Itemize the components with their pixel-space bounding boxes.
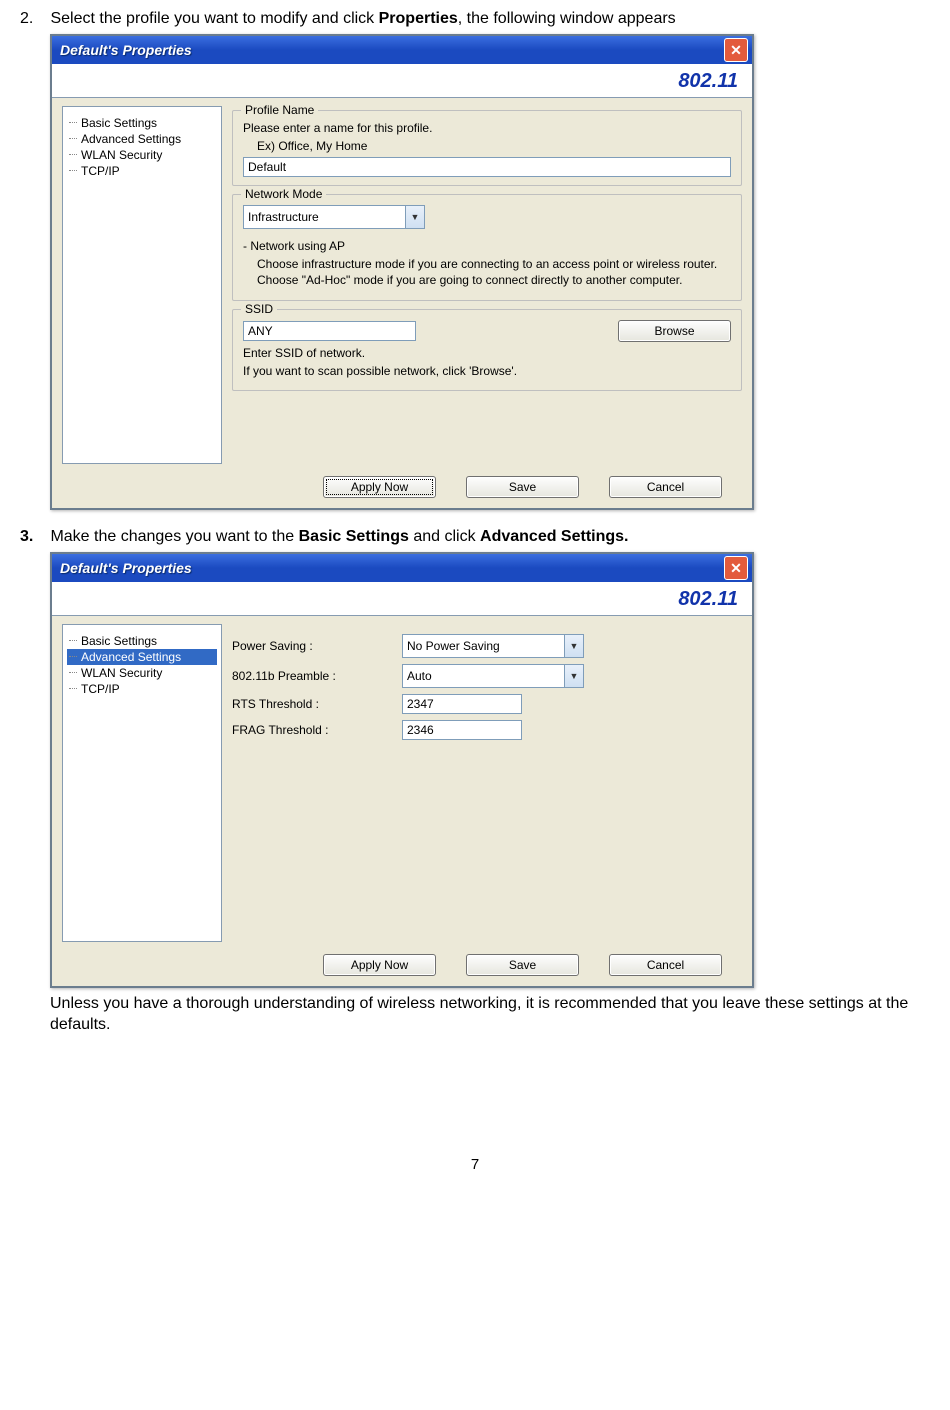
step-3-bold1: Basic Settings [299, 528, 409, 545]
preamble-value: Auto [403, 669, 564, 683]
window-title: Default's Properties [60, 42, 192, 58]
settings-tree: Basic Settings Advanced Settings WLAN Se… [62, 624, 222, 942]
step-3-mid: and click [409, 528, 480, 545]
save-button[interactable]: Save [466, 476, 579, 498]
chevron-down-icon: ▼ [564, 665, 583, 687]
tree-item-basic[interactable]: Basic Settings [67, 633, 217, 649]
profile-name-input[interactable] [243, 157, 731, 177]
tree-item-advanced[interactable]: Advanced Settings [67, 131, 217, 147]
preamble-combo[interactable]: Auto ▼ [402, 664, 584, 688]
power-saving-value: No Power Saving [403, 639, 564, 653]
tree-item-tcpip[interactable]: TCP/IP [67, 163, 217, 179]
button-bar: Apply Now Save Cancel [52, 470, 752, 508]
right-panel: Profile Name Please enter a name for thi… [232, 106, 742, 464]
properties-window-advanced: Default's Properties ✕ 802.11 Basic Sett… [50, 552, 754, 988]
profile-hint2: Ex) Office, My Home [257, 139, 731, 153]
frag-input[interactable] [402, 720, 522, 740]
chevron-down-icon: ▼ [405, 206, 424, 228]
step-3-pre: Make the changes you want to the [50, 528, 298, 545]
step-2-text: 2. Select the profile you want to modify… [20, 10, 930, 28]
step-2-num: 2. [20, 10, 46, 28]
ssid-hint1: Enter SSID of network. [243, 346, 731, 360]
tree-item-tcpip[interactable]: TCP/IP [67, 681, 217, 697]
close-button[interactable]: ✕ [724, 556, 748, 580]
apply-now-button[interactable]: Apply Now [323, 476, 436, 498]
power-saving-label: Power Saving : [232, 639, 402, 653]
step-2-bold: Properties [379, 10, 458, 27]
chevron-down-icon: ▼ [564, 635, 583, 657]
banner: 802.11 [52, 582, 752, 616]
frag-label: FRAG Threshold : [232, 723, 402, 737]
step-3-text: 3. Make the changes you want to the Basi… [20, 528, 930, 546]
step-3-bold2: Advanced Settings. [480, 528, 628, 545]
cancel-button[interactable]: Cancel [609, 954, 722, 976]
banner-text: 802.11 [678, 70, 738, 92]
tree-item-wlan[interactable]: WLAN Security [67, 147, 217, 163]
rts-label: RTS Threshold : [232, 697, 402, 711]
step-2-pre: Select the profile you want to modify an… [50, 10, 378, 27]
profile-name-group: Profile Name Please enter a name for thi… [232, 110, 742, 186]
ssid-title: SSID [241, 302, 277, 316]
advanced-grid: Power Saving : No Power Saving ▼ 802.11b… [232, 628, 742, 740]
close-icon: ✕ [730, 561, 742, 575]
browse-button[interactable]: Browse [618, 320, 731, 342]
cancel-button[interactable]: Cancel [609, 476, 722, 498]
network-mode-group: Network Mode Infrastructure ▼ - Network … [232, 194, 742, 301]
tree-item-advanced[interactable]: Advanced Settings [67, 649, 217, 665]
network-mode-combo[interactable]: Infrastructure ▼ [243, 205, 425, 229]
tree-item-basic[interactable]: Basic Settings [67, 115, 217, 131]
body-area: Basic Settings Advanced Settings WLAN Se… [52, 616, 752, 948]
tree-item-wlan[interactable]: WLAN Security [67, 665, 217, 681]
step-3-num: 3. [20, 528, 46, 546]
close-icon: ✕ [730, 43, 742, 57]
banner: 802.11 [52, 64, 752, 98]
banner-text: 802.11 [678, 588, 738, 610]
ssid-group: SSID Browse Enter SSID of network. If yo… [232, 309, 742, 391]
window-title: Default's Properties [60, 560, 192, 576]
titlebar: Default's Properties ✕ [52, 554, 752, 582]
ssid-input[interactable] [243, 321, 416, 341]
titlebar: Default's Properties ✕ [52, 36, 752, 64]
profile-name-title: Profile Name [241, 103, 318, 117]
step-2-post: , the following window appears [458, 10, 676, 27]
profile-hint1: Please enter a name for this profile. [243, 121, 731, 135]
right-panel: Power Saving : No Power Saving ▼ 802.11b… [232, 624, 742, 942]
body-area: Basic Settings Advanced Settings WLAN Se… [52, 98, 752, 470]
network-mode-title: Network Mode [241, 187, 326, 201]
step-2: 2. Select the profile you want to modify… [20, 10, 930, 510]
network-subtitle: - Network using AP [243, 239, 731, 253]
save-button[interactable]: Save [466, 954, 579, 976]
step-3-note: Unless you have a thorough understanding… [50, 994, 930, 1036]
properties-window-basic: Default's Properties ✕ 802.11 Basic Sett… [50, 34, 754, 510]
step-3: 3. Make the changes you want to the Basi… [20, 528, 930, 1036]
apply-now-button[interactable]: Apply Now [323, 954, 436, 976]
rts-input[interactable] [402, 694, 522, 714]
button-bar: Apply Now Save Cancel [52, 948, 752, 986]
power-saving-combo[interactable]: No Power Saving ▼ [402, 634, 584, 658]
settings-tree: Basic Settings Advanced Settings WLAN Se… [62, 106, 222, 464]
network-desc: Choose infrastructure mode if you are co… [257, 257, 731, 288]
network-mode-value: Infrastructure [244, 210, 405, 224]
preamble-label: 802.11b Preamble : [232, 669, 402, 683]
page-number: 7 [20, 1156, 930, 1173]
ssid-hint2: If you want to scan possible network, cl… [243, 364, 731, 378]
close-button[interactable]: ✕ [724, 38, 748, 62]
